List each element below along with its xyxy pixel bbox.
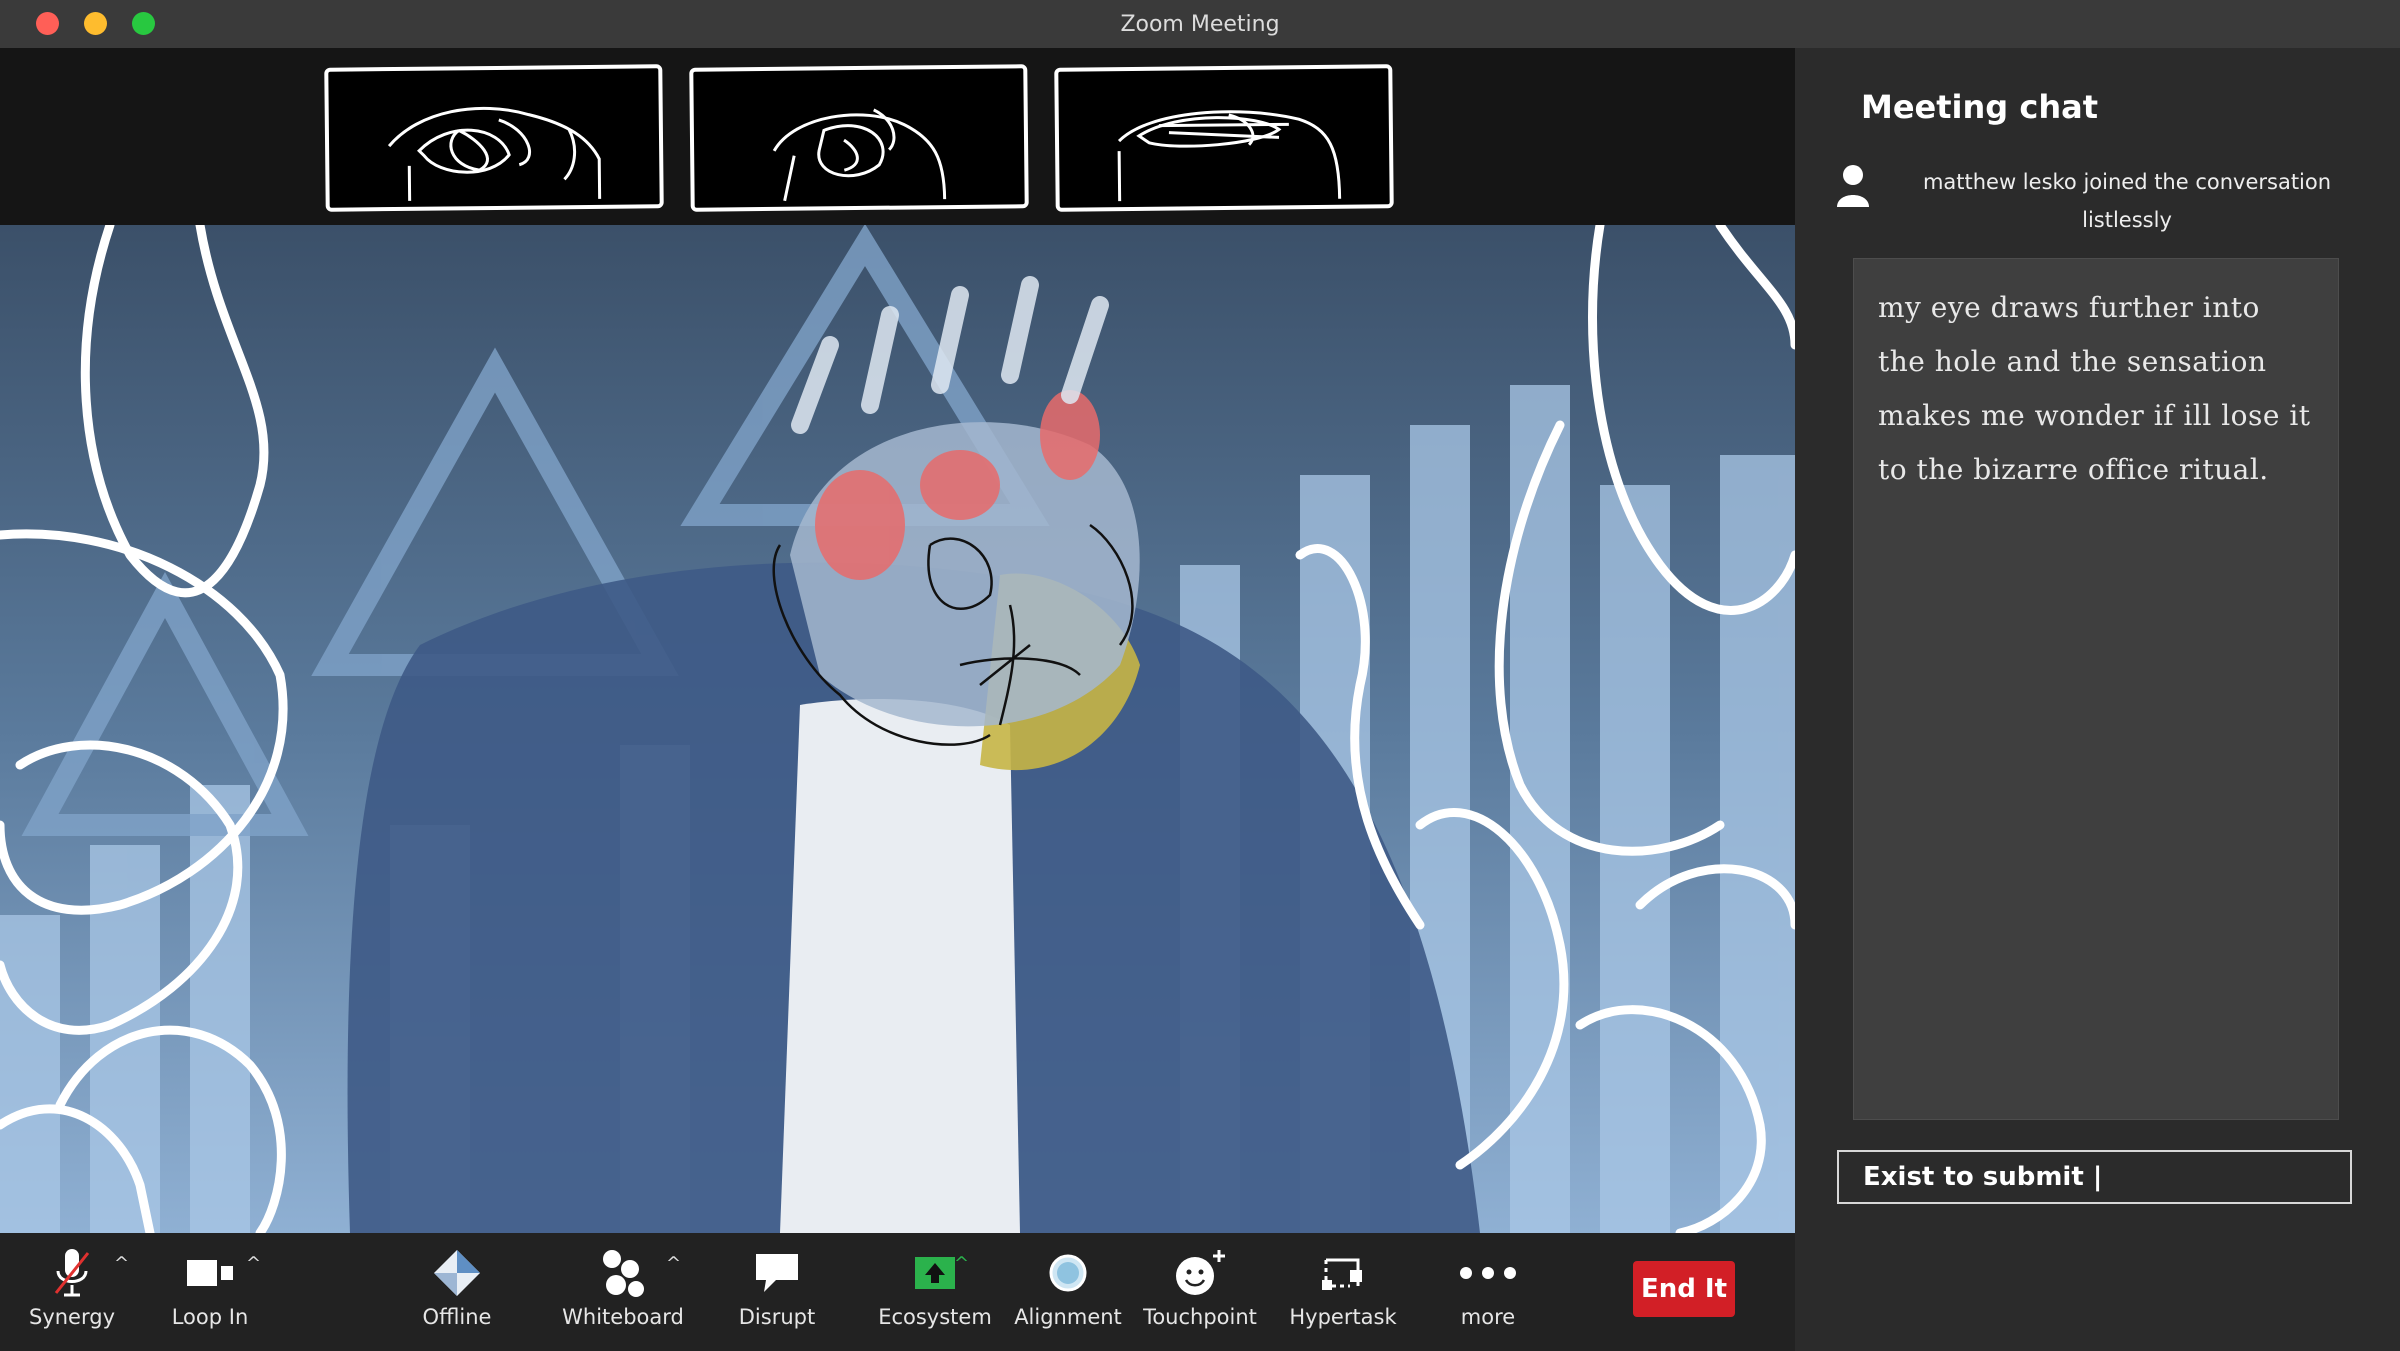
chat-title: Meeting chat (1861, 88, 2098, 126)
participant-thumbnail[interactable] (689, 64, 1029, 212)
video-area (0, 48, 1795, 1233)
loop-in-options-caret-icon[interactable]: ^ (246, 1253, 261, 1274)
alignment-circle-icon (1049, 1254, 1087, 1292)
more-label: more (1460, 1305, 1516, 1329)
offline-diamond-icon (434, 1250, 480, 1296)
speech-bubble-icon (756, 1254, 798, 1292)
alignment-label: Alignment (1014, 1305, 1122, 1329)
meeting-toolbar: Synergy ^ Loop In ^ Offline Whiteboard ^… (0, 1233, 1795, 1351)
touchpoint-button[interactable]: Touchpoint (1130, 1247, 1270, 1347)
disrupt-button[interactable]: Disrupt (707, 1247, 847, 1347)
loop-in-label: Loop In (171, 1305, 249, 1329)
video-camera-icon (187, 1260, 233, 1286)
participant-thumbnail[interactable] (1054, 64, 1394, 212)
participant-thumbnail-strip (0, 48, 1795, 225)
offline-button[interactable]: Offline (387, 1247, 527, 1347)
whiteboard-options-caret-icon[interactable]: ^ (666, 1253, 681, 1274)
chat-panel: Meeting chat matthew lesko joined the co… (1795, 48, 2400, 1351)
join-notice: matthew lesko joined the conversation li… (1835, 163, 2375, 239)
ellipsis-icon (1460, 1267, 1516, 1279)
synergy-label: Synergy (28, 1305, 115, 1329)
whiteboard-people-icon (603, 1250, 644, 1297)
offline-label: Offline (422, 1305, 492, 1329)
whiteboard-label: Whiteboard (562, 1305, 684, 1329)
more-button[interactable]: more (1418, 1247, 1558, 1347)
join-notice-text: matthew lesko joined the conversation li… (1922, 170, 2332, 232)
hypertask-button[interactable]: Hypertask (1273, 1247, 1413, 1347)
active-speaker-video (0, 225, 1795, 1233)
person-icon (1837, 165, 1869, 207)
chat-input[interactable] (1837, 1150, 2352, 1204)
smiley-plus-icon (1176, 1250, 1225, 1295)
hypertask-label: Hypertask (1289, 1305, 1397, 1329)
ecosystem-options-caret-icon[interactable]: ^ (954, 1253, 969, 1274)
window-title: Zoom Meeting (1120, 12, 1280, 37)
alignment-button[interactable]: Alignment (998, 1247, 1138, 1347)
microphone-muted-icon (54, 1249, 90, 1297)
synergy-options-caret-icon[interactable]: ^ (114, 1253, 129, 1274)
chat-message: my eye draws further into the hole and t… (1878, 291, 2311, 486)
chat-message-list: my eye draws further into the hole and t… (1853, 258, 2339, 1120)
ecosystem-button[interactable]: Ecosystem (865, 1247, 1005, 1347)
hypertask-icon (1322, 1258, 1362, 1290)
disrupt-label: Disrupt (738, 1305, 816, 1329)
title-bar: Zoom Meeting (0, 0, 2400, 49)
end-meeting-button[interactable]: End It (1633, 1261, 1735, 1317)
touchpoint-label: Touchpoint (1143, 1305, 1257, 1329)
ecosystem-label: Ecosystem (878, 1305, 992, 1329)
share-arrow-icon (915, 1257, 955, 1289)
participant-thumbnail[interactable] (324, 64, 664, 212)
